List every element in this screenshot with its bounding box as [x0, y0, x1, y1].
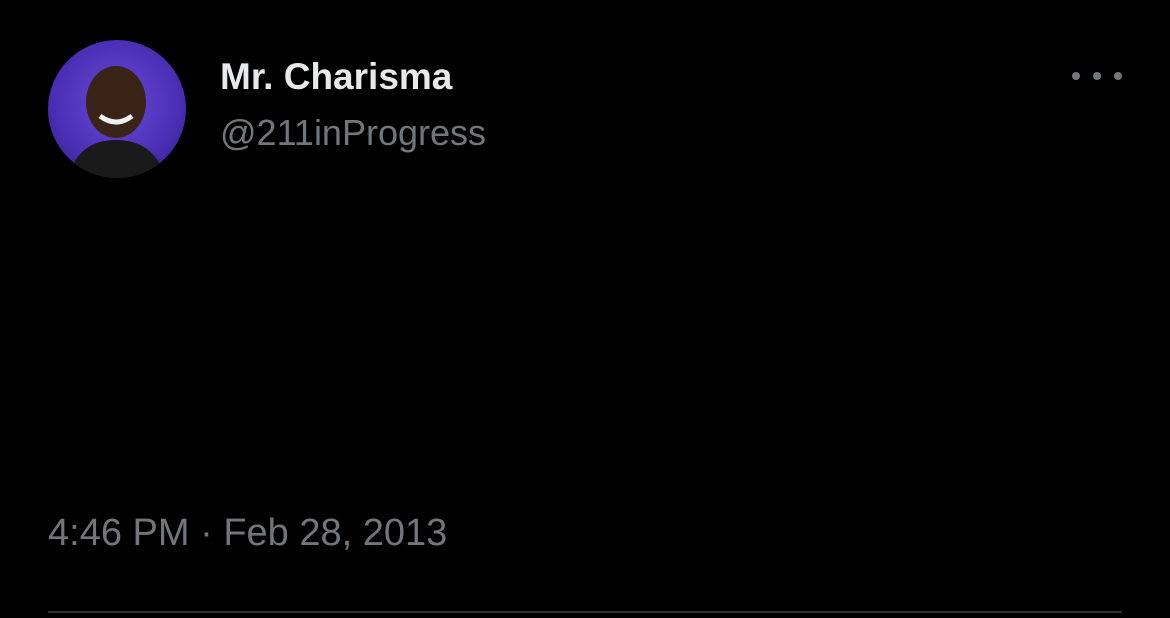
tweet-timestamp[interactable]: 4:46 PM · Feb 28, 2013: [48, 512, 447, 555]
tweet-time: 4:46 PM: [48, 512, 190, 554]
divider: [48, 611, 1122, 613]
tweet-date: Feb 28, 2013: [223, 512, 448, 554]
avatar[interactable]: [48, 40, 186, 178]
timestamp-separator: ·: [200, 512, 213, 554]
profile-photo-icon: [68, 66, 166, 178]
more-options-icon[interactable]: [1072, 58, 1122, 94]
author-handle[interactable]: @211inProgress: [220, 112, 486, 154]
author-display-name[interactable]: Mr. Charisma: [220, 56, 452, 98]
